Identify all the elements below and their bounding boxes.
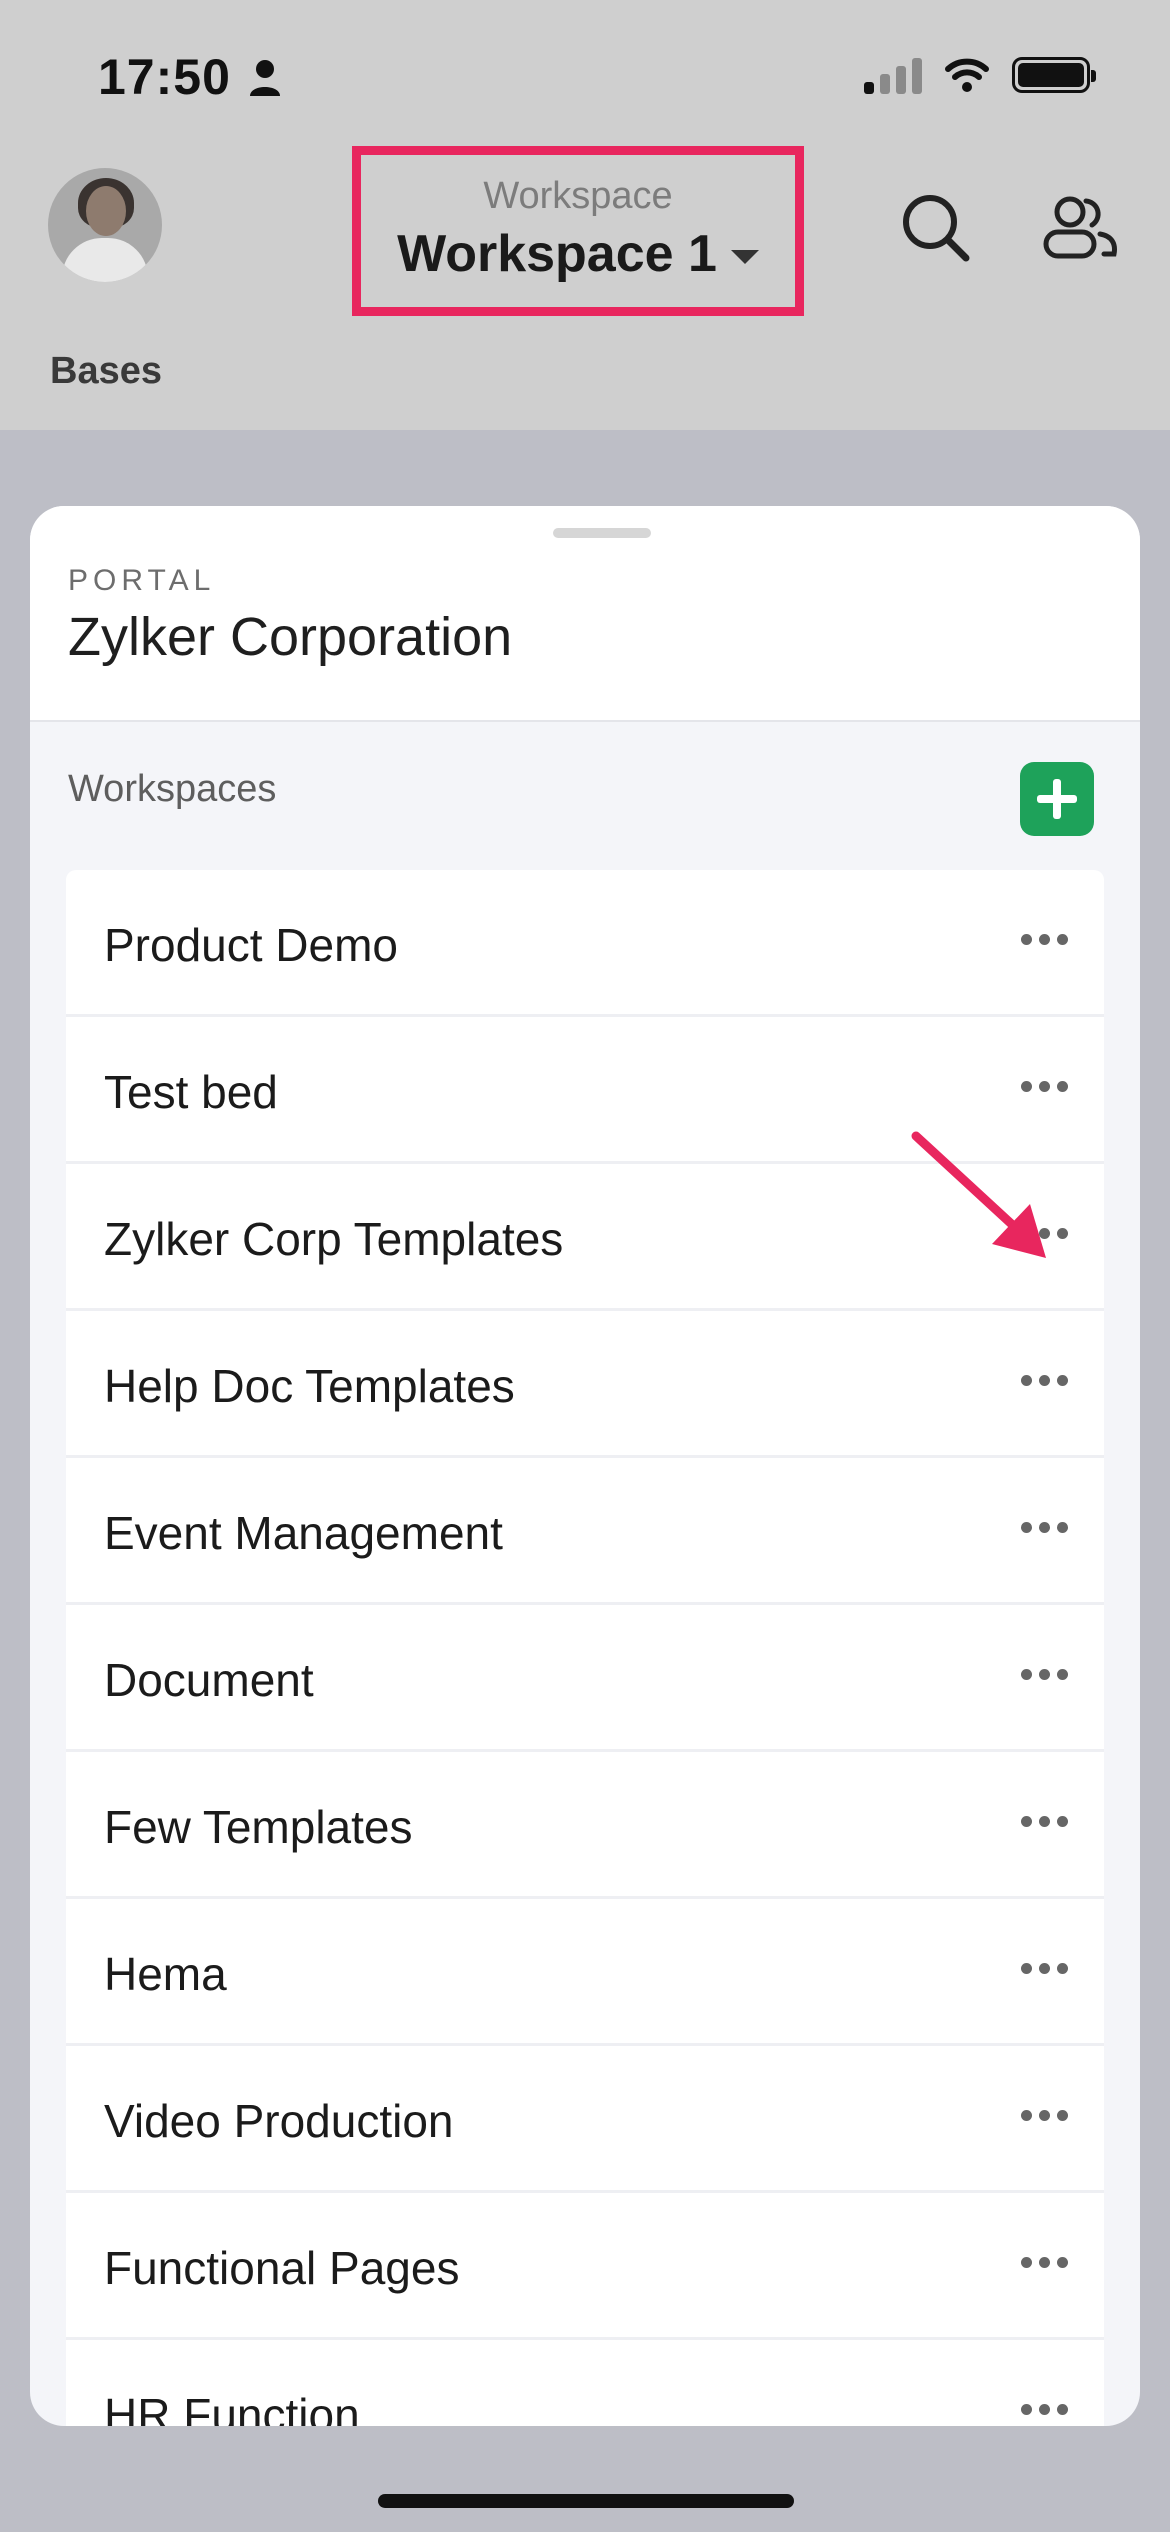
more-options-icon[interactable] (1021, 1081, 1068, 1092)
workspace-item-label: Product Demo (104, 919, 399, 971)
home-indicator (378, 2494, 794, 2508)
more-options-icon[interactable] (1021, 2404, 1068, 2415)
workspace-item-label: Video Production (104, 2095, 454, 2147)
workspace-item-label: Few Templates (104, 1801, 413, 1853)
more-options-icon[interactable] (1021, 1816, 1068, 1827)
workspaces-section-label: Workspaces (68, 768, 277, 810)
list-item[interactable]: Few Templates (66, 1752, 1104, 1899)
sheet-header: PORTAL Zylker Corporation (30, 506, 1140, 722)
list-item[interactable]: Hema (66, 1899, 1104, 2046)
status-bar: 17:50 (0, 0, 1170, 150)
workspace-item-label: Hema (104, 1948, 227, 2000)
more-options-icon[interactable] (1021, 934, 1068, 945)
workspace-selector[interactable]: Workspace Workspace 1 (352, 146, 804, 316)
workspaces-sheet: PORTAL Zylker Corporation Workspaces Pro… (30, 506, 1140, 2426)
workspace-item-label: Test bed (104, 1066, 278, 1118)
workspace-item-label: Document (104, 1654, 314, 1706)
workspaces-section-header: Workspaces (30, 722, 1140, 858)
add-workspace-button[interactable] (1020, 762, 1094, 836)
workspace-name: Workspace 1 (397, 225, 717, 283)
bases-tab-label[interactable]: Bases (50, 350, 162, 393)
more-options-icon[interactable] (1021, 1669, 1068, 1680)
list-item[interactable]: Help Doc Templates (66, 1311, 1104, 1458)
battery-icon (1012, 57, 1096, 93)
status-time: 17:50 (98, 49, 231, 105)
list-item[interactable]: Event Management (66, 1458, 1104, 1605)
sheet-grabber[interactable] (553, 528, 651, 538)
more-options-icon[interactable] (1021, 2110, 1068, 2121)
annotation-arrow-icon (911, 1131, 1046, 1258)
workspace-item-label: Zylker Corp Templates (104, 1213, 564, 1265)
portal-label: PORTAL (68, 564, 216, 597)
users-icon[interactable] (1040, 188, 1120, 268)
workspace-item-label: Help Doc Templates (104, 1360, 515, 1412)
list-item[interactable]: Video Production (66, 2046, 1104, 2193)
wifi-icon (945, 58, 989, 92)
more-options-icon[interactable] (1021, 1522, 1068, 1533)
workspace-list: Product Demo Test bed Zylker Corp Templa… (66, 870, 1104, 2426)
list-item[interactable]: Functional Pages (66, 2193, 1104, 2340)
workspace-item-label: HR Function (104, 2389, 360, 2426)
chevron-down-icon (730, 250, 759, 264)
user-avatar[interactable] (48, 168, 162, 282)
cellular-signal-icon (864, 56, 922, 94)
more-options-icon[interactable] (1021, 2257, 1068, 2268)
portal-name: Zylker Corporation (68, 607, 513, 667)
list-item[interactable]: HR Function (66, 2340, 1104, 2426)
list-item[interactable]: Document (66, 1605, 1104, 1752)
workspace-caption: Workspace (483, 175, 673, 217)
person-icon (250, 60, 280, 96)
search-icon[interactable] (896, 188, 976, 268)
more-options-icon[interactable] (1021, 1375, 1068, 1386)
app-header-background: 17:50 Workspace Workspace 1 Bases (0, 0, 1170, 430)
more-options-icon[interactable] (1021, 1963, 1068, 1974)
workspace-item-label: Functional Pages (104, 2242, 460, 2294)
list-item[interactable]: Product Demo (66, 870, 1104, 1017)
workspace-item-label: Event Management (104, 1507, 503, 1559)
